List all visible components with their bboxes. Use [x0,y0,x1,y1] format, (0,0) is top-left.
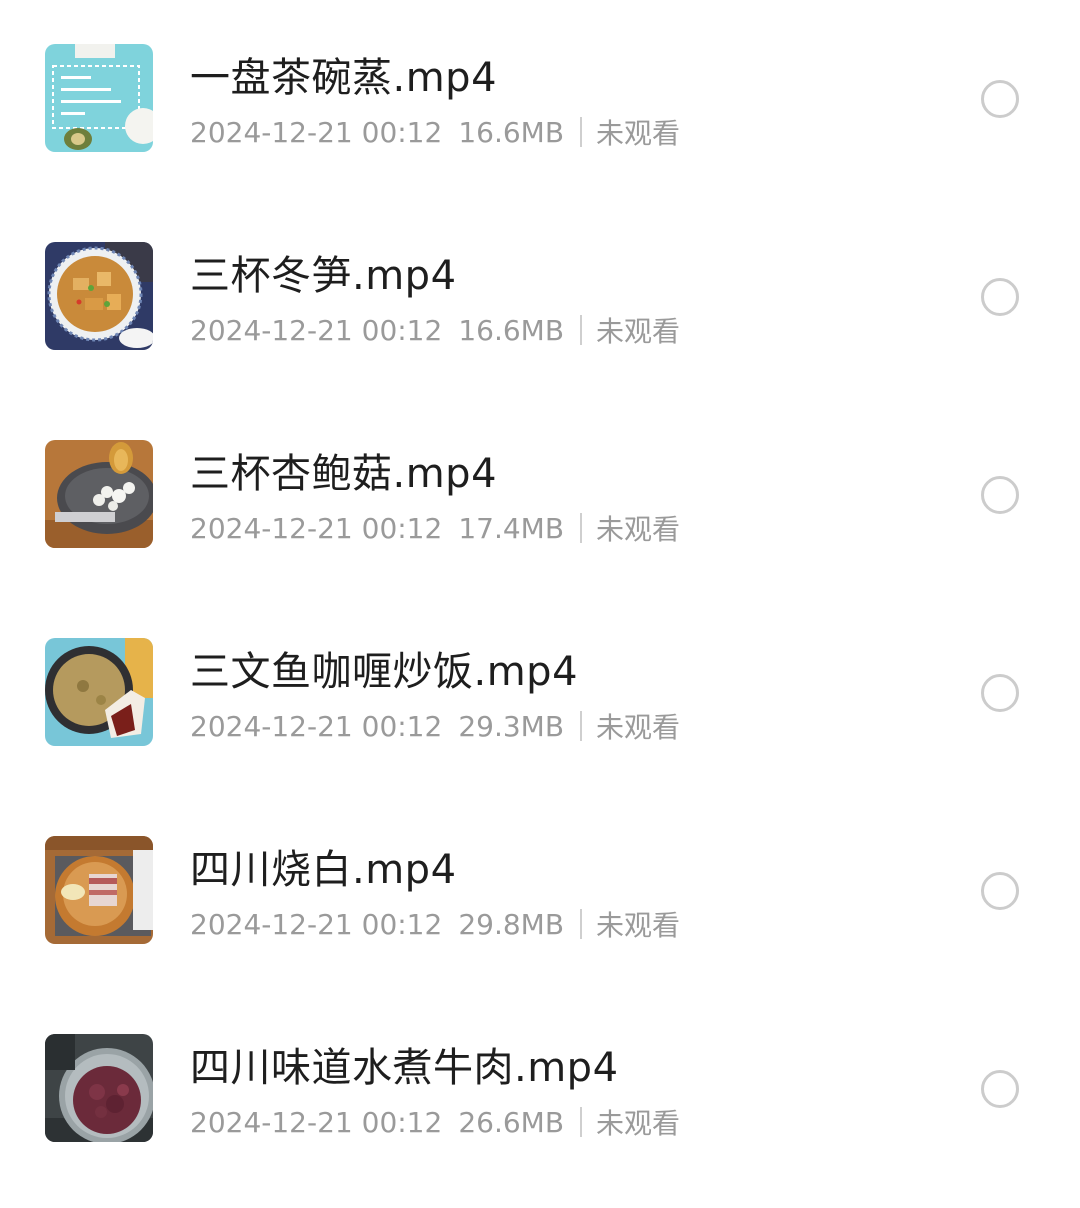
file-name: 三杯杏鲍菇.mp4 [190,451,498,497]
file-size: 17.4MB [458,511,565,545]
video-file-list: 一盘茶碗蒸.mp4 2024-12-21 00:12 16.6MB 未观看 三杯… [0,0,1080,1208]
select-radio[interactable] [981,476,1019,514]
divider [580,1107,583,1137]
video-thumbnail-chawanmushi [45,44,153,152]
video-thumbnail-pork-bowl [45,836,153,944]
file-date: 2024-12-21 00:12 [190,115,443,149]
video-thumbnail-curry-pan [45,638,153,746]
file-date: 2024-12-21 00:12 [190,313,443,347]
list-item[interactable]: 三杯冬笋.mp4 2024-12-21 00:12 16.6MB 未观看 [0,198,1080,396]
video-thumbnail-bamboo-shoots [45,242,153,350]
list-item[interactable]: 一盘茶碗蒸.mp4 2024-12-21 00:12 16.6MB 未观看 [0,0,1080,198]
file-name: 四川烧白.mp4 [190,847,457,893]
select-radio[interactable] [981,872,1019,910]
divider [580,909,583,939]
video-thumbnail-mushroom-wok [45,440,153,548]
divider [580,711,583,741]
file-meta: 2024-12-21 00:12 16.6MB 未观看 [190,112,680,152]
file-size: 26.6MB [458,1105,565,1139]
file-size: 16.6MB [458,115,565,149]
file-date: 2024-12-21 00:12 [190,907,443,941]
divider [580,315,583,345]
file-name: 三文鱼咖喱炒饭.mp4 [190,649,579,695]
file-meta: 2024-12-21 00:12 29.8MB 未观看 [190,904,680,944]
select-radio[interactable] [981,1070,1019,1108]
file-date: 2024-12-21 00:12 [190,1105,443,1139]
watch-status: 未观看 [596,315,681,348]
watch-status: 未观看 [596,513,681,546]
watch-status: 未观看 [596,1107,681,1140]
list-item[interactable]: 三杯杏鲍菇.mp4 2024-12-21 00:12 17.4MB 未观看 [0,396,1080,594]
list-item[interactable]: 四川烧白.mp4 2024-12-21 00:12 29.8MB 未观看 [0,792,1080,990]
list-item[interactable]: 三文鱼咖喱炒饭.mp4 2024-12-21 00:12 29.3MB 未观看 [0,594,1080,792]
file-size: 16.6MB [458,313,565,347]
file-name: 一盘茶碗蒸.mp4 [190,55,498,101]
file-meta: 2024-12-21 00:12 16.6MB 未观看 [190,310,680,350]
list-item[interactable]: 四川味道水煮牛肉.mp4 2024-12-21 00:12 26.6MB 未观看 [0,990,1080,1188]
watch-status: 未观看 [596,711,681,744]
file-meta: 2024-12-21 00:12 17.4MB 未观看 [190,508,680,548]
divider [580,117,583,147]
file-meta: 2024-12-21 00:12 26.6MB 未观看 [190,1102,680,1142]
select-radio[interactable] [981,80,1019,118]
file-name: 四川味道水煮牛肉.mp4 [190,1045,619,1091]
file-size: 29.3MB [458,709,565,743]
select-radio[interactable] [981,278,1019,316]
file-size: 29.8MB [458,907,565,941]
watch-status: 未观看 [596,909,681,942]
divider [580,513,583,543]
file-date: 2024-12-21 00:12 [190,511,443,545]
file-meta: 2024-12-21 00:12 29.3MB 未观看 [190,706,680,746]
video-thumbnail-beef-bowl [45,1034,153,1142]
file-name: 三杯冬笋.mp4 [190,253,457,299]
watch-status: 未观看 [596,117,681,150]
select-radio[interactable] [981,674,1019,712]
file-date: 2024-12-21 00:12 [190,709,443,743]
